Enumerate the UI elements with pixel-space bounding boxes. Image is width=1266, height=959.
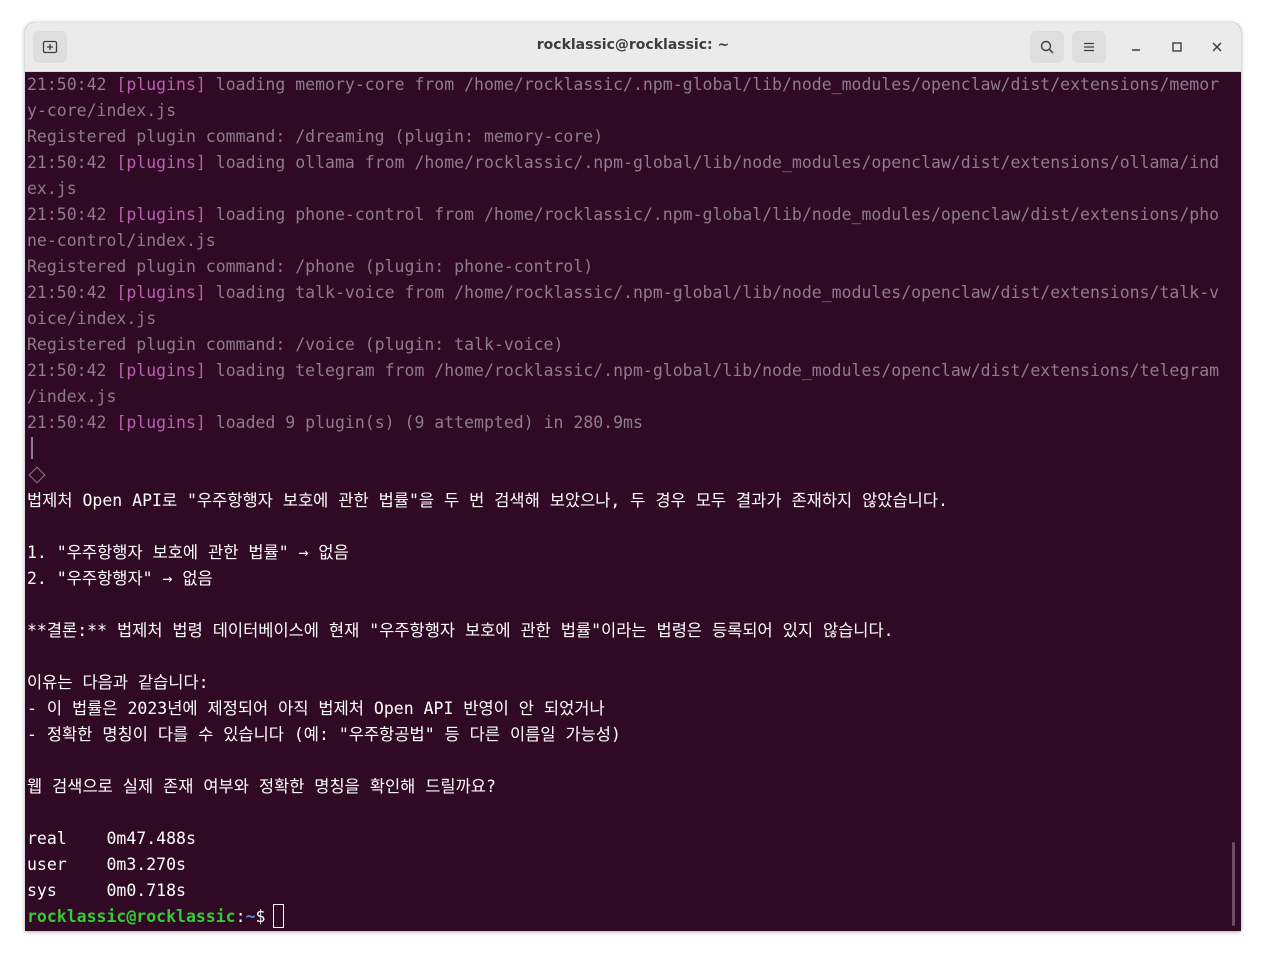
title-bar: rocklassic@rocklassic: ~: [25, 22, 1241, 72]
log-plain: Registered plugin command: /phone (plugi…: [27, 257, 594, 276]
log-line: 21:50:42 [plugins] loading phone-control…: [27, 202, 1241, 228]
prompt-path: ~: [245, 907, 256, 926]
response-line: **결론:** 법제처 법령 데이터베이스에 현재 "우주항행자 보호에 관한 …: [27, 621, 894, 640]
timing-value: 0m47.488s: [106, 829, 196, 848]
response-line: [27, 748, 1241, 774]
text-cursor: [273, 904, 285, 928]
scrollbar[interactable]: [1232, 842, 1235, 926]
log-line: ex.js: [27, 176, 1241, 202]
plugin-log: 21:50:42 [plugins] loading memory-core f…: [27, 72, 1241, 436]
log-message: loading talk-voice from /home/rocklassic…: [205, 283, 1220, 302]
log-timestamp: 21:50:42: [27, 283, 107, 302]
shell-prompt[interactable]: rocklassic@rocklassic:~$: [27, 904, 1241, 930]
prompt-colon: :: [235, 907, 246, 926]
log-line: Registered plugin command: /dreaming (pl…: [27, 124, 1241, 150]
log-line: 21:50:42 [plugins] loaded 9 plugin(s) (9…: [27, 410, 1241, 436]
log-message: loading memory-core from /home/rocklassi…: [205, 75, 1220, 94]
log-tag: [plugins]: [116, 361, 206, 380]
prompt-user-host: rocklassic@rocklassic: [27, 907, 236, 926]
log-message: loading phone-control from /home/rocklas…: [205, 205, 1220, 224]
timing-real: real 0m47.488s: [27, 826, 1241, 852]
log-message: loading telegram from /home/rocklassic/.…: [205, 361, 1220, 380]
log-line: oice/index.js: [27, 306, 1241, 332]
log-tag: [plugins]: [116, 205, 206, 224]
log-line: 21:50:42 [plugins] loading talk-voice fr…: [27, 280, 1241, 306]
timing-label: real: [27, 829, 67, 848]
log-line: Registered plugin command: /voice (plugi…: [27, 332, 1241, 358]
log-line: Registered plugin command: /phone (plugi…: [27, 254, 1241, 280]
timing-sys: sys 0m0.718s: [27, 878, 1241, 904]
log-timestamp: 21:50:42: [27, 413, 107, 432]
timing-label: sys: [27, 881, 57, 900]
log-timestamp: 21:50:42: [27, 205, 107, 224]
log-plain: Registered plugin command: /dreaming (pl…: [27, 127, 604, 146]
response-line: [27, 592, 1241, 618]
log-continuation: oice/index.js: [27, 309, 157, 328]
response-line: 이유는 다음과 같습니다:: [27, 673, 209, 692]
response-line: - 정확한 명칭이 다를 수 있습니다 (예: "우주항공법" 등 다른 이름일…: [27, 725, 621, 744]
log-line: y-core/index.js: [27, 98, 1241, 124]
close-icon[interactable]: [1207, 37, 1227, 57]
response-line: [27, 514, 1241, 540]
progress-bar-glyph: [27, 436, 1241, 462]
response-line: - 이 법률은 2023년에 제정되어 아직 법제처 Open API 반영이 …: [27, 699, 605, 718]
diamond-icon: [28, 466, 46, 484]
log-line: ne-control/index.js: [27, 228, 1241, 254]
response-line: 1. "우주항행자 보호에 관한 법률" → 없음: [27, 543, 349, 562]
log-timestamp: 21:50:42: [27, 361, 107, 380]
timing-value: 0m0.718s: [106, 881, 186, 900]
log-continuation: /index.js: [27, 387, 117, 406]
response-line: [27, 800, 1241, 826]
minimize-icon[interactable]: [1126, 37, 1146, 57]
menu-button[interactable]: [1072, 31, 1106, 63]
log-line: /index.js: [27, 384, 1241, 410]
log-timestamp: 21:50:42: [27, 153, 107, 172]
prompt-symbol: $: [255, 907, 266, 926]
search-icon: [1040, 40, 1054, 54]
maximize-icon[interactable]: [1167, 37, 1187, 57]
diamond-marker: [27, 462, 1241, 488]
log-continuation: ex.js: [27, 179, 77, 198]
timing-user: user 0m3.270s: [27, 852, 1241, 878]
terminal-window: rocklassic@rocklassic: ~ 21:50:42 [plugi…: [25, 22, 1241, 931]
response-line: 법제처 Open API로 "우주항행자 보호에 관한 법률"을 두 번 검색해…: [27, 491, 948, 510]
response-line: [27, 644, 1241, 670]
timing-value: 0m3.270s: [106, 855, 186, 874]
log-tag: [plugins]: [116, 153, 206, 172]
response-line: 2. "우주항행자" → 없음: [27, 569, 213, 588]
log-tag: [plugins]: [116, 283, 206, 302]
log-continuation: ne-control/index.js: [27, 231, 216, 250]
assistant-response: 법제처 Open API로 "우주항행자 보호에 관한 법률"을 두 번 검색해…: [27, 488, 1241, 826]
log-timestamp: 21:50:42: [27, 75, 107, 94]
log-tag: [plugins]: [116, 75, 206, 94]
log-tag: [plugins]: [116, 413, 206, 432]
log-message: loading ollama from /home/rocklassic/.np…: [205, 153, 1220, 172]
terminal-output[interactable]: 21:50:42 [plugins] loading memory-core f…: [25, 72, 1241, 931]
hamburger-menu-icon: [1084, 42, 1094, 52]
log-line: 21:50:42 [plugins] loading ollama from /…: [27, 150, 1241, 176]
response-line: 웹 검색으로 실제 존재 여부와 정확한 명칭을 확인해 드릴까요?: [27, 777, 496, 796]
log-continuation: y-core/index.js: [27, 101, 177, 120]
log-line: 21:50:42 [plugins] loading telegram from…: [27, 358, 1241, 384]
timing-label: user: [27, 855, 67, 874]
log-message: loaded 9 plugin(s) (9 attempted) in 280.…: [205, 413, 643, 432]
log-line: 21:50:42 [plugins] loading memory-core f…: [27, 72, 1241, 98]
log-plain: Registered plugin command: /voice (plugi…: [27, 335, 564, 354]
search-button[interactable]: [1030, 31, 1064, 63]
